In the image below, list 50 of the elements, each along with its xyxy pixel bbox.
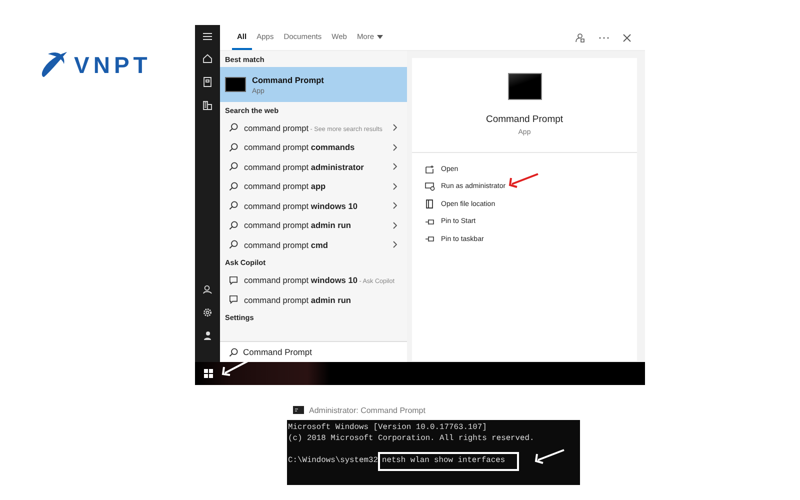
chevron-icon (393, 182, 397, 190)
settings-icon[interactable] (203, 308, 212, 317)
person-icon[interactable] (203, 331, 212, 340)
chevron-icon (393, 222, 397, 229)
window-title: Administrator: Command Prompt (309, 406, 426, 414)
result-title: Command Prompt (252, 74, 324, 84)
search-field[interactable]: Command Prompt (243, 347, 383, 357)
suggestion-item[interactable]: command prompt windows 10 (220, 196, 407, 216)
menu-icon[interactable] (203, 33, 212, 40)
search-icon (229, 142, 238, 152)
windows-logo-icon[interactable] (204, 369, 213, 378)
suggestion-item[interactable]: command prompt app (220, 176, 407, 196)
chevron-icon (393, 202, 397, 210)
chevron-icon (393, 163, 397, 170)
suggestion-item[interactable]: command prompt cmd (220, 235, 407, 254)
arrow (507, 172, 539, 188)
arrow (220, 359, 250, 377)
person-icon[interactable] (203, 285, 212, 294)
chat-icon (229, 295, 238, 304)
search-icon (229, 123, 238, 132)
search-icon (229, 182, 238, 191)
logo-icon (40, 50, 68, 78)
search-icon (229, 220, 238, 230)
chevron-icon (393, 124, 397, 132)
pin-icon (425, 235, 435, 244)
document-icon (425, 199, 435, 210)
suggestion-item[interactable]: command prompt administrator (220, 157, 407, 176)
chevron-icon (393, 144, 397, 151)
chevron-icon (393, 241, 397, 248)
console-icon (508, 73, 542, 100)
logo-text: VNPT (74, 51, 152, 80)
console-icon (225, 77, 246, 92)
document-icon[interactable] (203, 77, 212, 87)
search-icon (229, 348, 238, 356)
chat-icon (229, 276, 238, 285)
close-icon[interactable] (623, 34, 631, 42)
home-icon[interactable] (203, 54, 212, 63)
app-title: Command Prompt (486, 114, 564, 125)
search-icon (229, 162, 238, 172)
search-box[interactable]: Command Prompt (220, 341, 407, 362)
suggestion-item[interactable]: command prompt admin run (220, 216, 407, 235)
window-icon (425, 164, 435, 174)
building-icon[interactable] (203, 101, 212, 110)
suggestion-item[interactable]: command prompt admin run (220, 290, 407, 310)
console-icon (293, 406, 304, 414)
arrow (533, 448, 565, 464)
search-icon (229, 201, 238, 210)
pin-icon (425, 218, 435, 226)
search-icon (229, 240, 238, 250)
suggestion-item[interactable]: command prompt commands (220, 138, 407, 157)
